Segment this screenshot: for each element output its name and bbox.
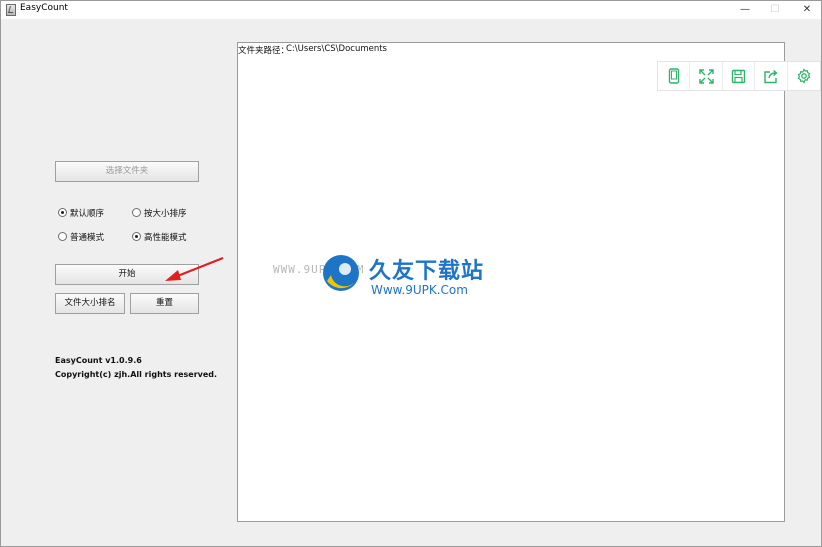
radio-normal-mode[interactable]: 普通模式 bbox=[58, 232, 104, 244]
title-bar: EasyCount — ☐ ✕ bbox=[1, 1, 821, 19]
radio-selected-icon bbox=[58, 208, 67, 217]
version-text: EasyCount v1.0.9.6 bbox=[55, 356, 142, 365]
radio-unselected-icon bbox=[132, 208, 141, 217]
radio-label: 按大小排序 bbox=[144, 209, 187, 219]
window-title: EasyCount bbox=[20, 3, 68, 13]
save-icon[interactable] bbox=[723, 62, 756, 90]
phone-icon[interactable] bbox=[658, 62, 691, 90]
radio-selected-icon bbox=[132, 232, 141, 241]
close-button[interactable]: ✕ bbox=[791, 1, 822, 19]
file-size-rank-button[interactable]: 文件大小排名 bbox=[55, 293, 125, 314]
control-panel: 选择文件夹 默认顺序 按大小排序 普通模式 高性能模式 开始 文件大小排名 重置… bbox=[1, 19, 231, 546]
watermark: WWW.9UPK.COM 久友下载站 Www.9UPK.Com bbox=[269, 251, 509, 301]
app-icon bbox=[6, 4, 16, 16]
reset-button[interactable]: 重置 bbox=[130, 293, 199, 314]
floating-toolbar bbox=[657, 61, 821, 91]
maximize-button[interactable]: ☐ bbox=[759, 1, 791, 19]
app-window: EasyCount — ☐ ✕ 选择文件夹 默认顺序 按大小排序 普通模式 高性… bbox=[0, 0, 822, 547]
red-arrow-annotation bbox=[165, 256, 224, 281]
radio-high-performance-mode[interactable]: 高性能模式 bbox=[132, 232, 187, 244]
folder-path-label: 文件夹路径： bbox=[238, 46, 290, 56]
folder-path-value: C:\Users\CS\Documents bbox=[286, 44, 387, 54]
radio-unselected-icon bbox=[58, 232, 67, 241]
copyright-text: Copyright(c) zjh.All rights reserved. bbox=[55, 370, 218, 379]
watermark-logo-icon bbox=[323, 255, 359, 291]
radio-label: 高性能模式 bbox=[144, 233, 187, 243]
fullscreen-icon[interactable] bbox=[690, 62, 723, 90]
settings-icon[interactable] bbox=[788, 62, 820, 90]
radio-label: 普通模式 bbox=[70, 233, 105, 243]
radio-label: 默认顺序 bbox=[70, 209, 105, 219]
choose-folder-button[interactable]: 选择文件夹 bbox=[55, 161, 199, 182]
watermark-title: 久友下载站 bbox=[369, 259, 485, 284]
radio-default-order[interactable]: 默认顺序 bbox=[58, 208, 104, 220]
watermark-url: Www.9UPK.Com bbox=[371, 283, 468, 297]
share-icon[interactable] bbox=[755, 62, 788, 90]
radio-sort-by-size[interactable]: 按大小排序 bbox=[132, 208, 187, 220]
minimize-button[interactable]: — bbox=[729, 1, 761, 19]
